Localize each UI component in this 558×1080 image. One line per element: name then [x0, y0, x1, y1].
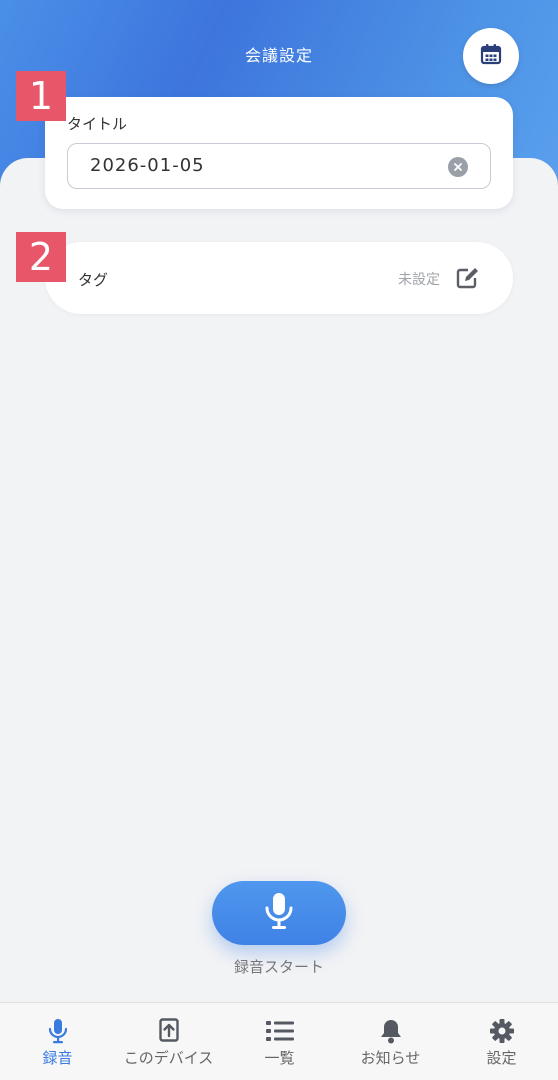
tab-record[interactable]: 録音 — [2, 1003, 113, 1080]
list-icon — [265, 1018, 295, 1044]
tag-label: タグ — [78, 271, 109, 289]
tab-settings[interactable]: 設定 — [446, 1003, 557, 1080]
record-start-button[interactable] — [212, 881, 346, 945]
record-start-label: 録音スタート — [233, 958, 324, 976]
calendar-icon — [480, 43, 502, 69]
tab-notifications[interactable]: お知らせ — [335, 1003, 446, 1080]
title-card: タイトル 2026-01-05 — [45, 97, 513, 209]
tab-list[interactable]: 一覧 — [224, 1003, 335, 1080]
tab-this-device-label: このデバイス — [123, 1049, 214, 1067]
upload-icon — [158, 1018, 179, 1044]
gear-icon — [489, 1018, 515, 1044]
tab-this-device[interactable]: このデバイス — [113, 1003, 224, 1080]
bell-icon — [379, 1018, 403, 1044]
title-input-value: 2026-01-05 — [90, 155, 205, 176]
title-label: タイトル — [67, 115, 128, 133]
clear-icon[interactable] — [448, 157, 468, 177]
tag-row[interactable]: タグ 未設定 — [45, 242, 513, 314]
tab-record-label: 録音 — [42, 1049, 73, 1067]
tag-status: 未設定 — [398, 272, 440, 288]
annotation-badge-2: 2 — [16, 232, 66, 282]
annotation-badge-1: 1 — [16, 71, 66, 121]
microphone-icon — [48, 1018, 68, 1044]
edit-icon[interactable] — [456, 267, 480, 289]
tab-settings-label: 設定 — [486, 1049, 517, 1067]
tab-list-label: 一覧 — [264, 1049, 295, 1067]
calendar-button[interactable] — [463, 28, 519, 84]
tab-notifications-label: お知らせ — [360, 1049, 421, 1067]
microphone-icon — [264, 892, 294, 934]
tab-bar: 録音 このデバイス 一覧 お知らせ 設定 — [0, 1002, 558, 1080]
title-input[interactable]: 2026-01-05 — [67, 143, 491, 189]
